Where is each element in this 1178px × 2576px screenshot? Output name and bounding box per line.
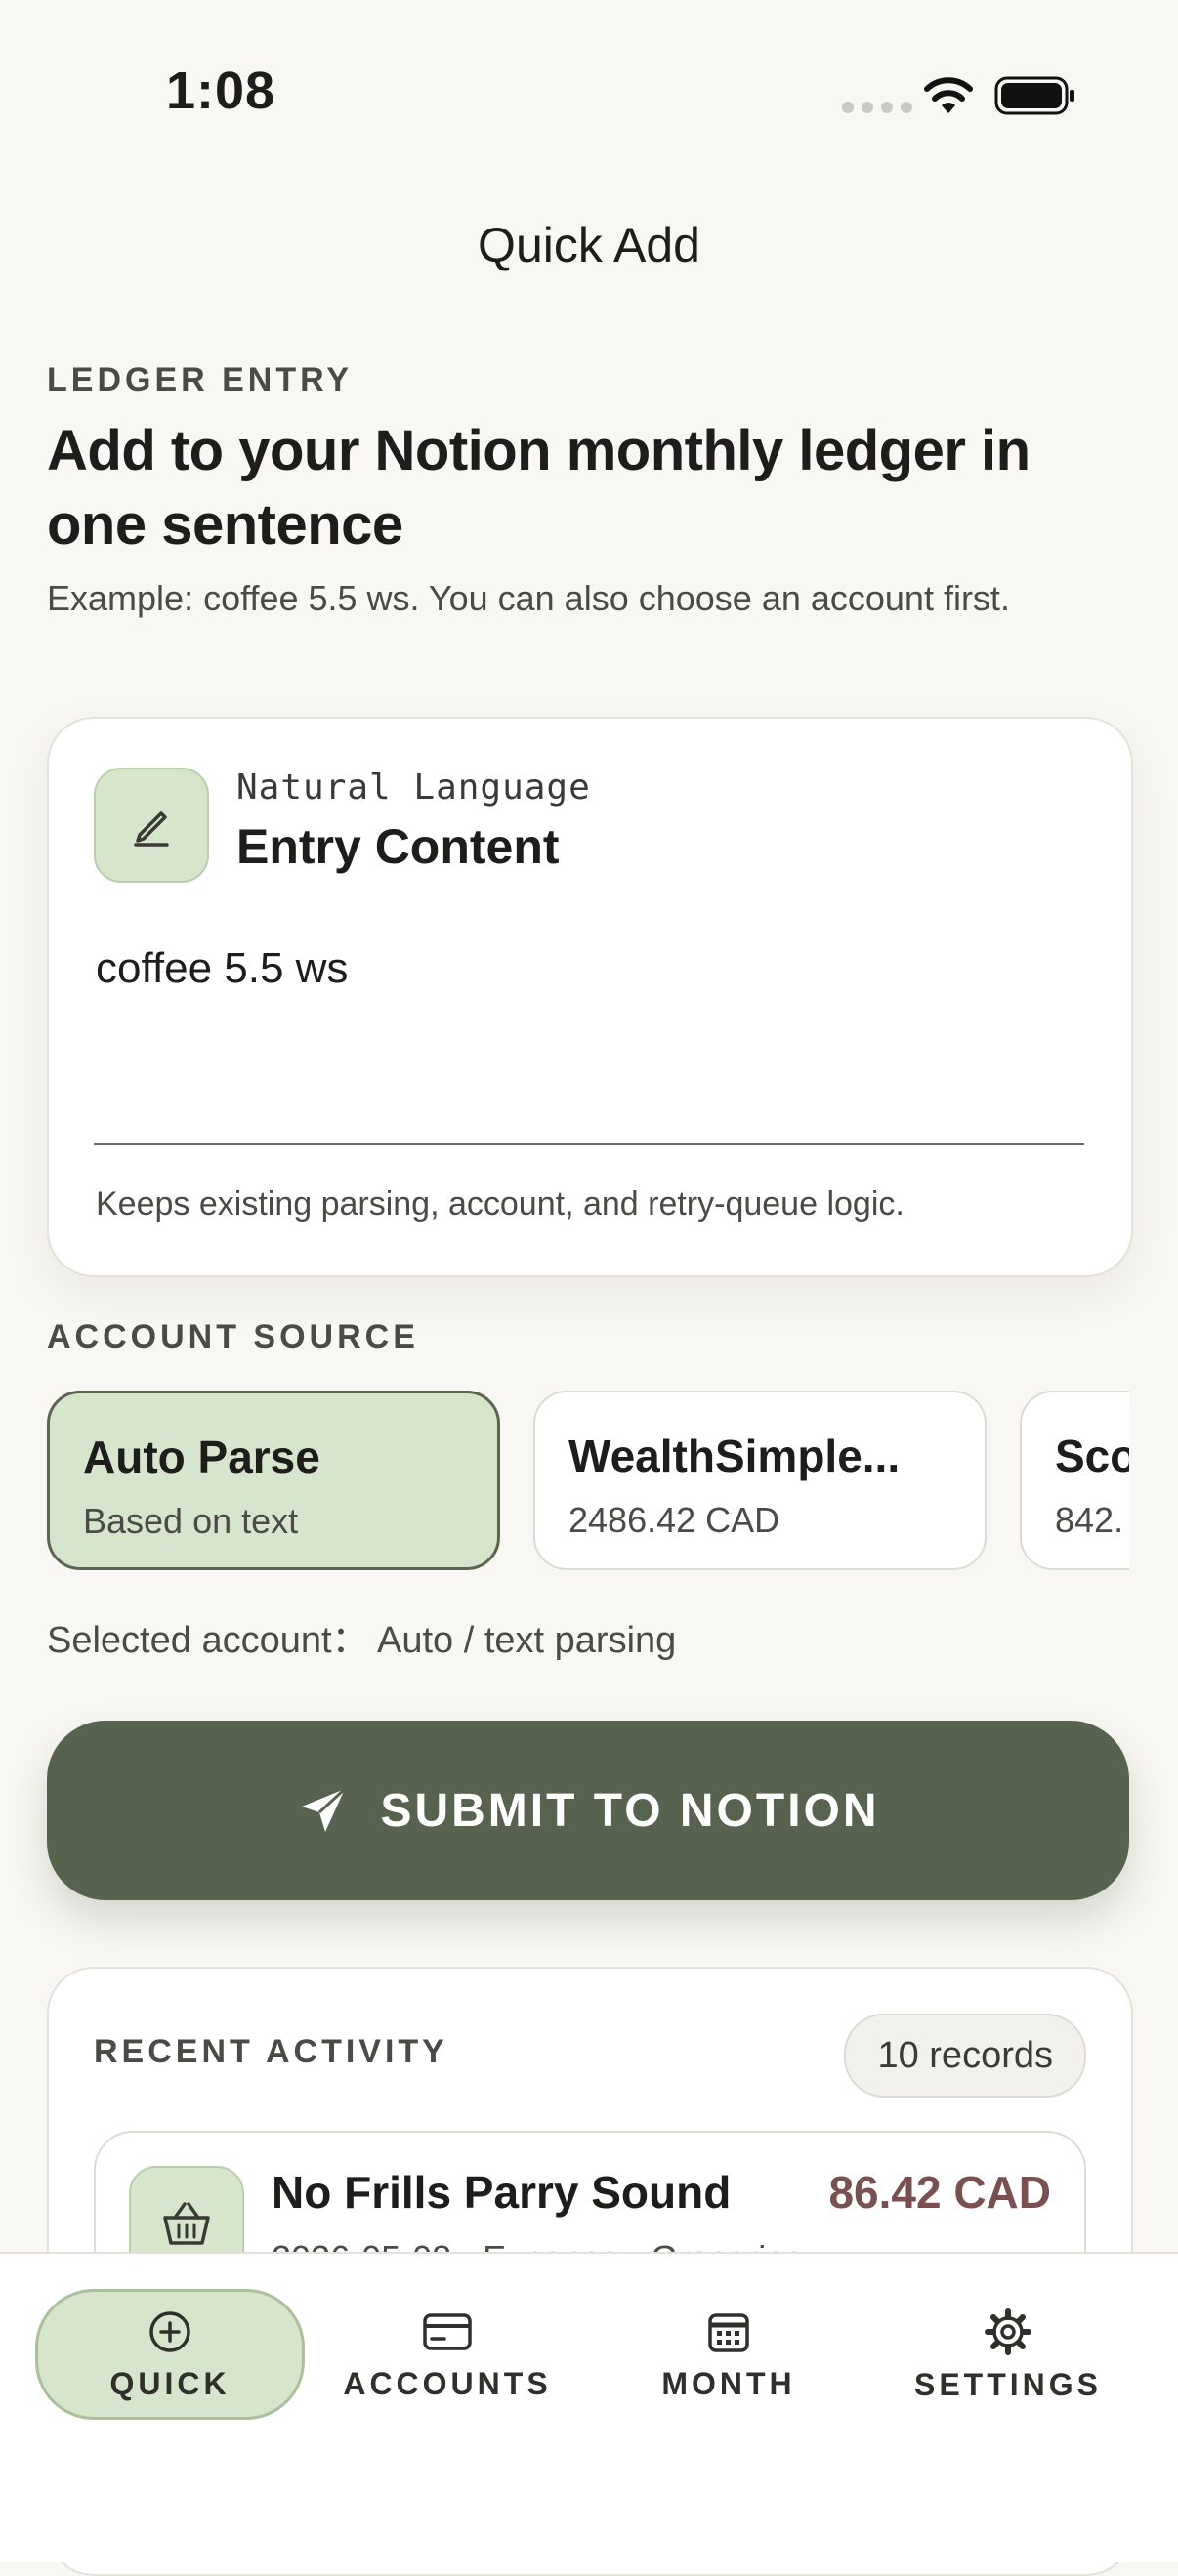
tab-accounts[interactable]: ACCOUNTS [313,2289,582,2420]
page-title: Quick Add [478,218,700,272]
entry-input[interactable] [96,941,1082,1088]
submit-label: SUBMIT TO NOTION [380,1784,880,1837]
credit-card-icon [423,2312,472,2350]
chip-title: Auto Parse [83,1432,320,1482]
tab-label: ACCOUNTS [343,2365,552,2401]
status-time: 1:08 [166,62,276,120]
account-chip-row[interactable]: Auto Parse Based on text WealthSimple...… [47,1391,1129,1576]
pencil-icon [94,768,209,883]
chip-title: Sco [1055,1431,1129,1481]
section-eyebrow: LEDGER ENTRY [47,361,354,398]
submit-to-notion-button[interactable]: SUBMIT TO NOTION [47,1721,1129,1900]
status-bar: 1:08 [0,0,1178,195]
input-underline [94,1143,1084,1145]
card-kicker: Natural Language [236,768,591,808]
account-chip-partial[interactable]: Sco 842. [1020,1391,1129,1570]
entry-note: Keeps existing parsing, account, and ret… [96,1185,905,1223]
account-chip-auto-parse[interactable]: Auto Parse Based on text [47,1391,500,1570]
headline: Add to your Notion monthly ledger in one… [47,419,1031,557]
paper-plane-icon [302,1787,347,1832]
calendar-icon [708,2312,749,2352]
records-count-badge: 10 records [844,2014,1086,2098]
item-title: No Frills Parry Sound [272,2167,732,2218]
subtext: Example: coffee 5.5 ws. You can also cho… [47,578,1010,618]
chip-title: WealthSimple... [568,1431,901,1481]
gear-icon [985,2307,1031,2355]
tab-quick[interactable]: QUICK [35,2289,305,2420]
account-chip-wealthsimple[interactable]: WealthSimple... 2486.42 CAD [533,1391,987,1570]
cellular-signal-icon [842,102,912,113]
tab-month[interactable]: MONTH [594,2289,863,2420]
battery-icon [994,76,1074,115]
plus-circle-icon [149,2310,190,2352]
tab-label: QUICK [109,2365,231,2401]
chip-subtitle: Based on text [83,1501,299,1541]
entry-card: Natural Language Entry Content Keeps exi… [47,717,1133,1277]
chip-subtitle: 2486.42 CAD [568,1500,780,1540]
tab-label: MONTH [661,2365,796,2401]
item-amount: 86.42 CAD [828,2167,1051,2218]
chip-subtitle: 842. [1055,1500,1124,1540]
selected-account-text: Selected account： Auto / text parsing [47,1620,677,1661]
tab-bar: QUICK ACCOUNTS MONTH SETTINGS [0,2252,1178,2562]
account-source-label: ACCOUNT SOURCE [47,1318,419,1355]
tab-label: SETTINGS [913,2366,1102,2402]
card-title: Entry Content [236,819,560,874]
recent-activity-title: RECENT ACTIVITY [94,2033,448,2070]
tab-settings[interactable]: SETTINGS [873,2289,1143,2420]
wifi-icon [924,77,973,113]
